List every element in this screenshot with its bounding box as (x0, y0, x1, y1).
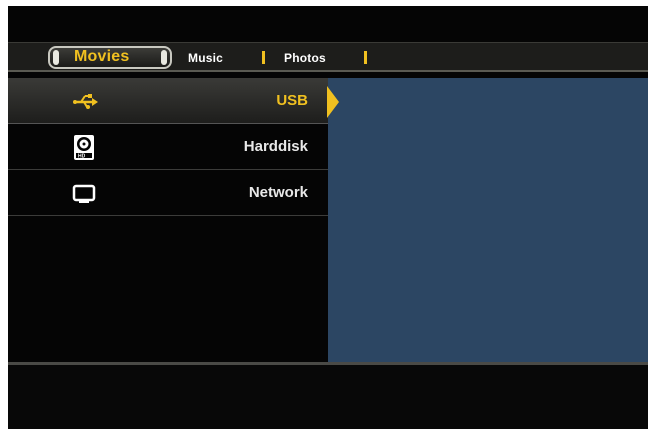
category-tab-bar: Movies Music Photos (8, 42, 648, 72)
hdd-icon: HD (72, 134, 98, 160)
source-label: Harddisk (243, 138, 308, 155)
network-icon (72, 180, 98, 206)
svg-text:HD: HD (78, 154, 86, 160)
source-label: USB (276, 92, 308, 109)
tab-music[interactable]: Music (188, 51, 223, 65)
media-player-screen: Movies Music Photos USB HD Harddisk Netw… (8, 6, 648, 429)
list-item-harddisk[interactable]: HD Harddisk (8, 124, 328, 170)
tab-movies[interactable]: Movies (74, 48, 129, 66)
preview-panel (328, 78, 648, 362)
status-bar (8, 365, 648, 429)
list-item-network[interactable]: Network (8, 170, 328, 216)
selection-arrow-icon (327, 86, 339, 118)
tab-separator (262, 51, 265, 64)
tab-separator (364, 51, 367, 64)
list-item-usb[interactable]: USB (8, 78, 328, 124)
source-list: USB HD Harddisk Network (8, 78, 328, 362)
tab-photos[interactable]: Photos (284, 51, 326, 65)
source-label: Network (248, 184, 308, 201)
usb-icon (72, 88, 98, 114)
